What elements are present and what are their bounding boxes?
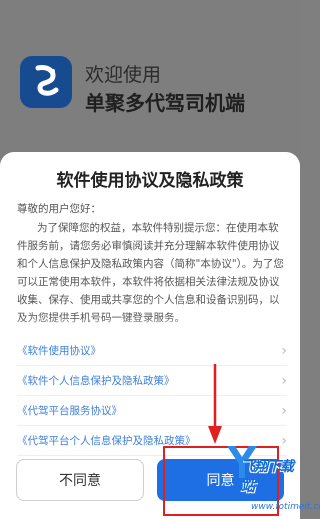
app-logo-icon — [20, 56, 72, 108]
welcome-text: 欢迎使用 — [85, 64, 162, 86]
link-label: 《软件个人信息保护及隐私政策》 — [17, 375, 175, 387]
watermark-url: www.fotimeit.com — [251, 502, 320, 512]
link-software-agreement[interactable]: 《软件使用协议》 › — [17, 336, 287, 366]
chevron-right-icon: › — [281, 372, 287, 389]
scroll-fade — [0, 318, 300, 332]
link-label: 《软件使用协议》 — [17, 345, 101, 357]
watermark-text: 飞翔下载站 — [241, 459, 294, 495]
link-software-privacy[interactable]: 《软件个人信息保护及隐私政策》 › — [17, 366, 287, 396]
greeting-text: 尊敬的用户您好： — [17, 203, 101, 215]
disagree-button[interactable]: 不同意 — [16, 459, 144, 501]
dialog-body[interactable]: 尊敬的用户您好： 为了保障您的权益，本软件特别提示您：在使用本软件服务前，请您务… — [17, 200, 287, 330]
agreement-links: 《软件使用协议》 › 《软件个人信息保护及隐私政策》 › 《代驾平台服务协议》 … — [17, 336, 287, 456]
annotation-arrow-icon — [208, 364, 222, 444]
app-name: 单聚多代驾司机端 — [85, 91, 245, 115]
dialog-title: 软件使用协议及隐私政策 — [56, 171, 244, 191]
chevron-right-icon: › — [281, 342, 287, 359]
watermark: 飞翔下载站 www.fotimeit.com — [225, 440, 320, 519]
link-label: 《代驾平台服务协议》 — [17, 405, 122, 417]
agreement-text: 为了保障您的权益，本软件特别提示您：在使用本软件服务前，请您务必审慎阅读并充分理… — [17, 222, 284, 324]
chevron-right-icon: › — [281, 402, 287, 419]
link-platform-service[interactable]: 《代驾平台服务协议》 › — [17, 396, 287, 426]
